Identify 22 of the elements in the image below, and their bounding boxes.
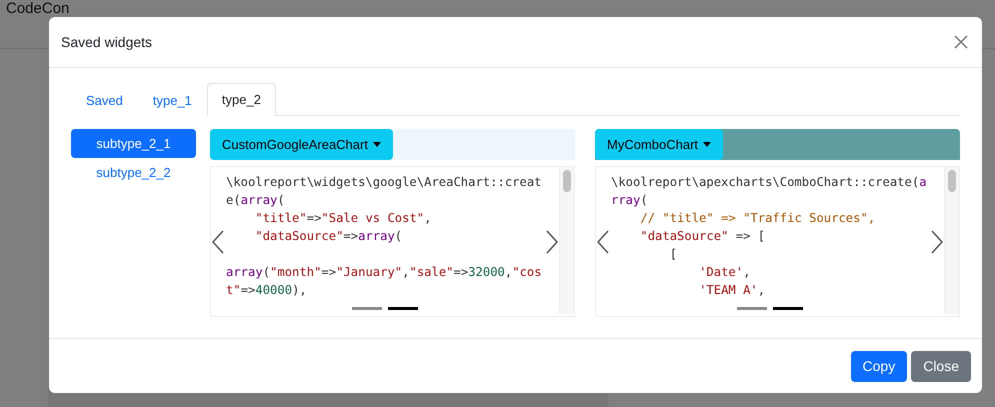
dialog-button[interactable]: Close (911, 350, 971, 382)
tab[interactable]: type_2 (206, 83, 276, 116)
modal-title: Saved widgets (61, 34, 152, 50)
chevron-left-icon[interactable] (211, 230, 225, 254)
subtype-pill[interactable]: subtype_2_1 (71, 129, 196, 158)
subtype-pill[interactable]: subtype_2_2 (71, 158, 196, 187)
app-brand: CodeCon (6, 0, 70, 17)
chevron-right-icon[interactable] (545, 230, 559, 254)
chevron-right-icon[interactable] (930, 230, 944, 254)
slide-indicator[interactable] (773, 306, 803, 310)
code-text: \koolreport\apexcharts\ComboChart::create(array( // "title" => "Traffic Sources", "dataSource" => [ [ 'Date', 'TEAM A', (610, 174, 928, 299)
code-text: \koolreport\widgets\google\AreaChart::create(array( "title"=>"Sale vs Cost", "dataSource"=>array( array("month"=>"January","sale"=>32000,"cost"=>40000), (225, 174, 543, 299)
close-icon[interactable] (952, 33, 970, 51)
caret-icon (372, 142, 381, 147)
chevron-left-icon[interactable] (596, 230, 610, 254)
scrollbar-drawing[interactable] (559, 167, 574, 314)
slide-indicator[interactable] (388, 306, 418, 310)
widget-dropdown[interactable]: MyComboChart (595, 129, 724, 160)
widget-dropdown[interactable]: CustomGoogleAreaChart (210, 129, 393, 160)
scrollbar-drawing[interactable] (944, 167, 959, 314)
dialog-button[interactable]: Copy (850, 350, 908, 382)
caret-icon (703, 142, 712, 147)
